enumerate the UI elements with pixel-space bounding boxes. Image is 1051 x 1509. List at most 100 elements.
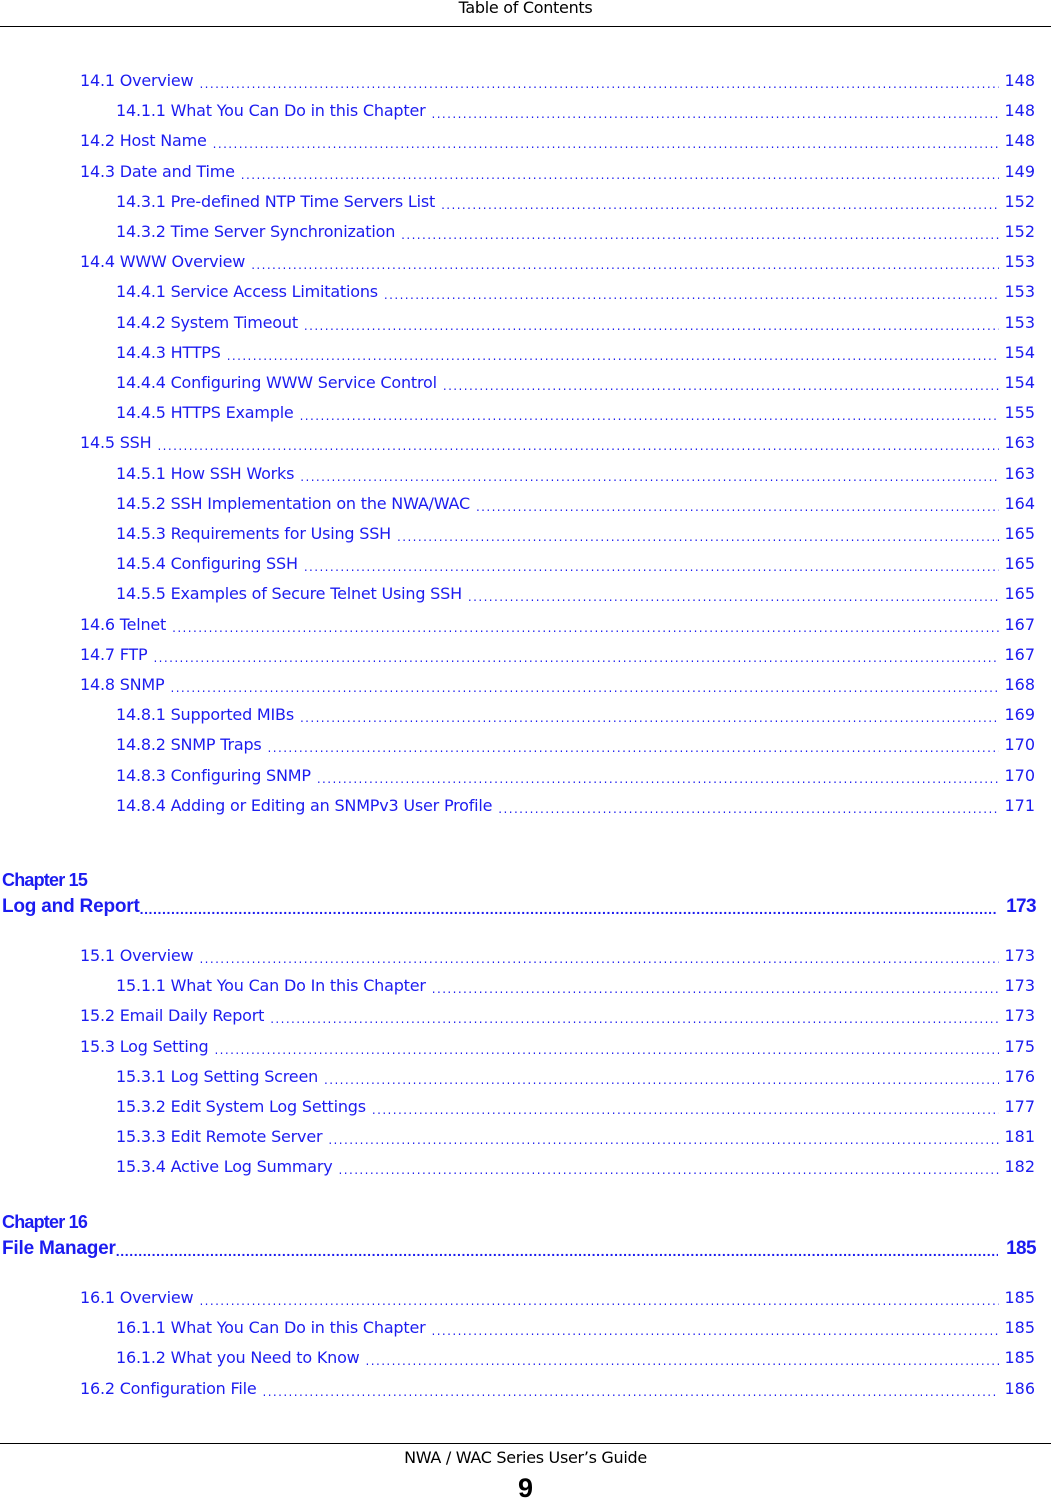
- dot-leader: [443, 375, 999, 395]
- toc-entry-page: 169: [1004, 705, 1035, 725]
- toc-entry[interactable]: 14.4.4 Configuring WWW Service Control 15…: [0, 373, 1035, 397]
- toc-entry-title: 14.7 FTP: [80, 644, 148, 664]
- dot-leader: [157, 435, 999, 455]
- toc-entry[interactable]: 16.1.2 What you Need to Know 185: [0, 1348, 1035, 1372]
- toc-entry[interactable]: 14.6 Telnet 167: [0, 615, 1035, 639]
- toc-entry-title: 14.8.2 SNMP Traps: [116, 735, 262, 755]
- toc-entry-title: 14.4.4 Configuring WWW Service Control: [116, 373, 437, 392]
- toc-entry-title: 14.8.1 Supported MIBs: [116, 705, 294, 725]
- toc-entry-title: 14.5.2 SSH Implementation on the NWA/WAC: [116, 493, 470, 513]
- toc-entry-title: 14.8.4 Adding or Editing an SNMPv3 User …: [116, 795, 493, 815]
- header-divider: [0, 26, 1051, 27]
- toc-entry[interactable]: 14.5.5 Examples of Secure Telnet Using S…: [0, 584, 1035, 608]
- toc-entry[interactable]: 14.2 Host Name 148: [0, 131, 1035, 155]
- toc-entry-title: 15.3 Log Setting: [80, 1036, 209, 1056]
- toc-entry-page: 186: [1004, 1378, 1035, 1398]
- dot-leader: [300, 707, 999, 727]
- toc-entry-page: 182: [1004, 1157, 1035, 1177]
- toc-entry-page: 164: [1004, 493, 1035, 513]
- chapter-title: Log and Report: [2, 896, 140, 917]
- toc-entry[interactable]: 15.1.1 What You Can Do In this Chapter 17…: [0, 976, 1035, 1000]
- toc-entry[interactable]: 14.4.2 System Timeout 153: [0, 313, 1035, 337]
- toc-entry[interactable]: 14.3.1 Pre-defined NTP Time Servers List…: [0, 192, 1035, 216]
- dot-leader: [432, 1320, 1000, 1340]
- toc-entry[interactable]: 14.8.3 Configuring SNMP 170: [0, 766, 1035, 790]
- chapter-title-entry[interactable]: File Manager 185: [2, 1238, 1037, 1262]
- toc-entry[interactable]: 14.8.2 SNMP Traps 170: [0, 735, 1035, 759]
- toc-entry-title: 14.5.3 Requirements for Using SSH: [116, 524, 392, 543]
- dot-leader: [324, 1069, 999, 1089]
- toc-entry-page: 154: [1004, 373, 1035, 392]
- toc-entry-title: 14.4 WWW Overview: [80, 252, 246, 272]
- toc-entry-page: 170: [1004, 765, 1035, 785]
- toc-entry[interactable]: 16.2 Configuration File 186: [0, 1379, 1035, 1403]
- dot-leader: [213, 133, 999, 153]
- toc-entry-page: 153: [1004, 252, 1035, 272]
- toc-entry-page: 185: [1004, 1318, 1035, 1338]
- toc-entry-title: 16.1.2 What you Need to Know: [116, 1348, 360, 1368]
- dot-leader: [441, 194, 999, 214]
- toc-entry-title: 14.5.1 How SSH Works: [116, 463, 295, 483]
- toc-entry-page: 173: [1004, 1006, 1035, 1026]
- toc-entry[interactable]: 14.8.1 Supported MIBs 169: [0, 705, 1035, 729]
- toc-entry-title: 15.3.3 Edit Remote Server: [116, 1127, 323, 1147]
- toc-entry[interactable]: 14.5.3 Requirements for Using SSH 165: [0, 524, 1035, 548]
- toc-entry-title: 14.5.5 Examples of Secure Telnet Using S…: [116, 584, 462, 604]
- dot-leader: [372, 1099, 999, 1119]
- toc-entry-page: 165: [1004, 524, 1035, 543]
- toc-entry-page: 170: [1004, 735, 1035, 755]
- toc-entry-title: 14.5.4 Configuring SSH: [116, 554, 298, 574]
- toc-entry[interactable]: 14.4.1 Service Access Limitations 153: [0, 282, 1035, 306]
- toc-entry-title: 15.3.4 Active Log Summary: [116, 1157, 333, 1177]
- dot-leader: [317, 768, 999, 788]
- toc-entry-title: 15.3.2 Edit System Log Settings: [116, 1097, 366, 1116]
- toc-entry[interactable]: 14.7 FTP 167: [0, 645, 1035, 669]
- toc-entry-page: 173: [1004, 946, 1035, 965]
- toc-entry[interactable]: 14.3.2 Time Server Synchronization 152: [0, 222, 1035, 246]
- toc-entry[interactable]: 14.5.2 SSH Implementation on the NWA/WAC…: [0, 494, 1035, 518]
- toc-entry-page: 155: [1004, 403, 1035, 423]
- toc-entry[interactable]: 14.8.4 Adding or Editing an SNMPv3 User …: [0, 796, 1035, 820]
- chapter-title-entry[interactable]: Log and Report 173: [2, 896, 1037, 920]
- toc-entry[interactable]: 14.4.3 HTTPS 154: [0, 343, 1035, 367]
- toc-entry[interactable]: 14.4 WWW Overview 153: [0, 252, 1035, 276]
- toc-entry-page: 153: [1004, 312, 1035, 332]
- toc-entry-page: 181: [1004, 1127, 1035, 1147]
- toc-entry[interactable]: 15.3.4 Active Log Summary 182: [0, 1157, 1035, 1181]
- toc-entry[interactable]: 16.1.1 What You Can Do in this Chapter 18…: [0, 1318, 1035, 1342]
- toc-entry[interactable]: 15.3 Log Setting 175: [0, 1037, 1035, 1061]
- toc-entry[interactable]: 15.3.2 Edit System Log Settings 177: [0, 1097, 1035, 1121]
- toc-entry[interactable]: 14.5 SSH 163: [0, 433, 1035, 457]
- toc-entry-title: 15.3.1 Log Setting Screen: [116, 1066, 319, 1086]
- dot-leader: [199, 1290, 999, 1310]
- toc-entry[interactable]: 15.3.3 Edit Remote Server 181: [0, 1127, 1035, 1151]
- toc-entry-page: 177: [1004, 1097, 1035, 1116]
- dot-leader: [241, 164, 999, 184]
- toc-entry[interactable]: 14.5.1 How SSH Works 163: [0, 464, 1035, 488]
- toc-entry-page: 154: [1004, 342, 1035, 362]
- toc-entry[interactable]: 16.1 Overview 185: [0, 1288, 1035, 1312]
- toc-entry[interactable]: 14.3 Date and Time 149: [0, 162, 1035, 186]
- toc-entry[interactable]: 14.4.5 HTTPS Example 155: [0, 403, 1035, 427]
- toc-entry-page: 167: [1004, 614, 1035, 634]
- toc-entry[interactable]: 15.2 Email Daily Report 173: [0, 1006, 1035, 1030]
- toc-entry[interactable]: 15.3.1 Log Setting Screen 176: [0, 1067, 1035, 1091]
- dot-leader: [401, 224, 999, 244]
- toc-entry[interactable]: 15.1 Overview 173: [0, 946, 1035, 970]
- dot-leader: [304, 315, 999, 335]
- dot-leader: [432, 978, 999, 998]
- dot-leader: [468, 586, 999, 606]
- toc-entry[interactable]: 14.8 SNMP 168: [0, 675, 1035, 699]
- dot-leader: [498, 798, 999, 818]
- dot-leader: [140, 898, 998, 918]
- toc-entry-page: 163: [1004, 463, 1035, 483]
- toc-entry[interactable]: 14.1.1 What You Can Do in this Chapter 14…: [0, 101, 1035, 125]
- chapter-title: File Manager: [2, 1238, 116, 1259]
- toc-entry[interactable]: 14.1 Overview 148: [0, 71, 1035, 95]
- toc-entry-page: 168: [1004, 675, 1035, 694]
- toc-entry[interactable]: 14.5.4 Configuring SSH 165: [0, 554, 1035, 578]
- dot-leader: [199, 73, 999, 93]
- dot-leader: [432, 103, 1000, 123]
- toc-entry-title: 14.4.1 Service Access Limitations: [116, 282, 378, 302]
- footer-divider: [0, 1443, 1051, 1444]
